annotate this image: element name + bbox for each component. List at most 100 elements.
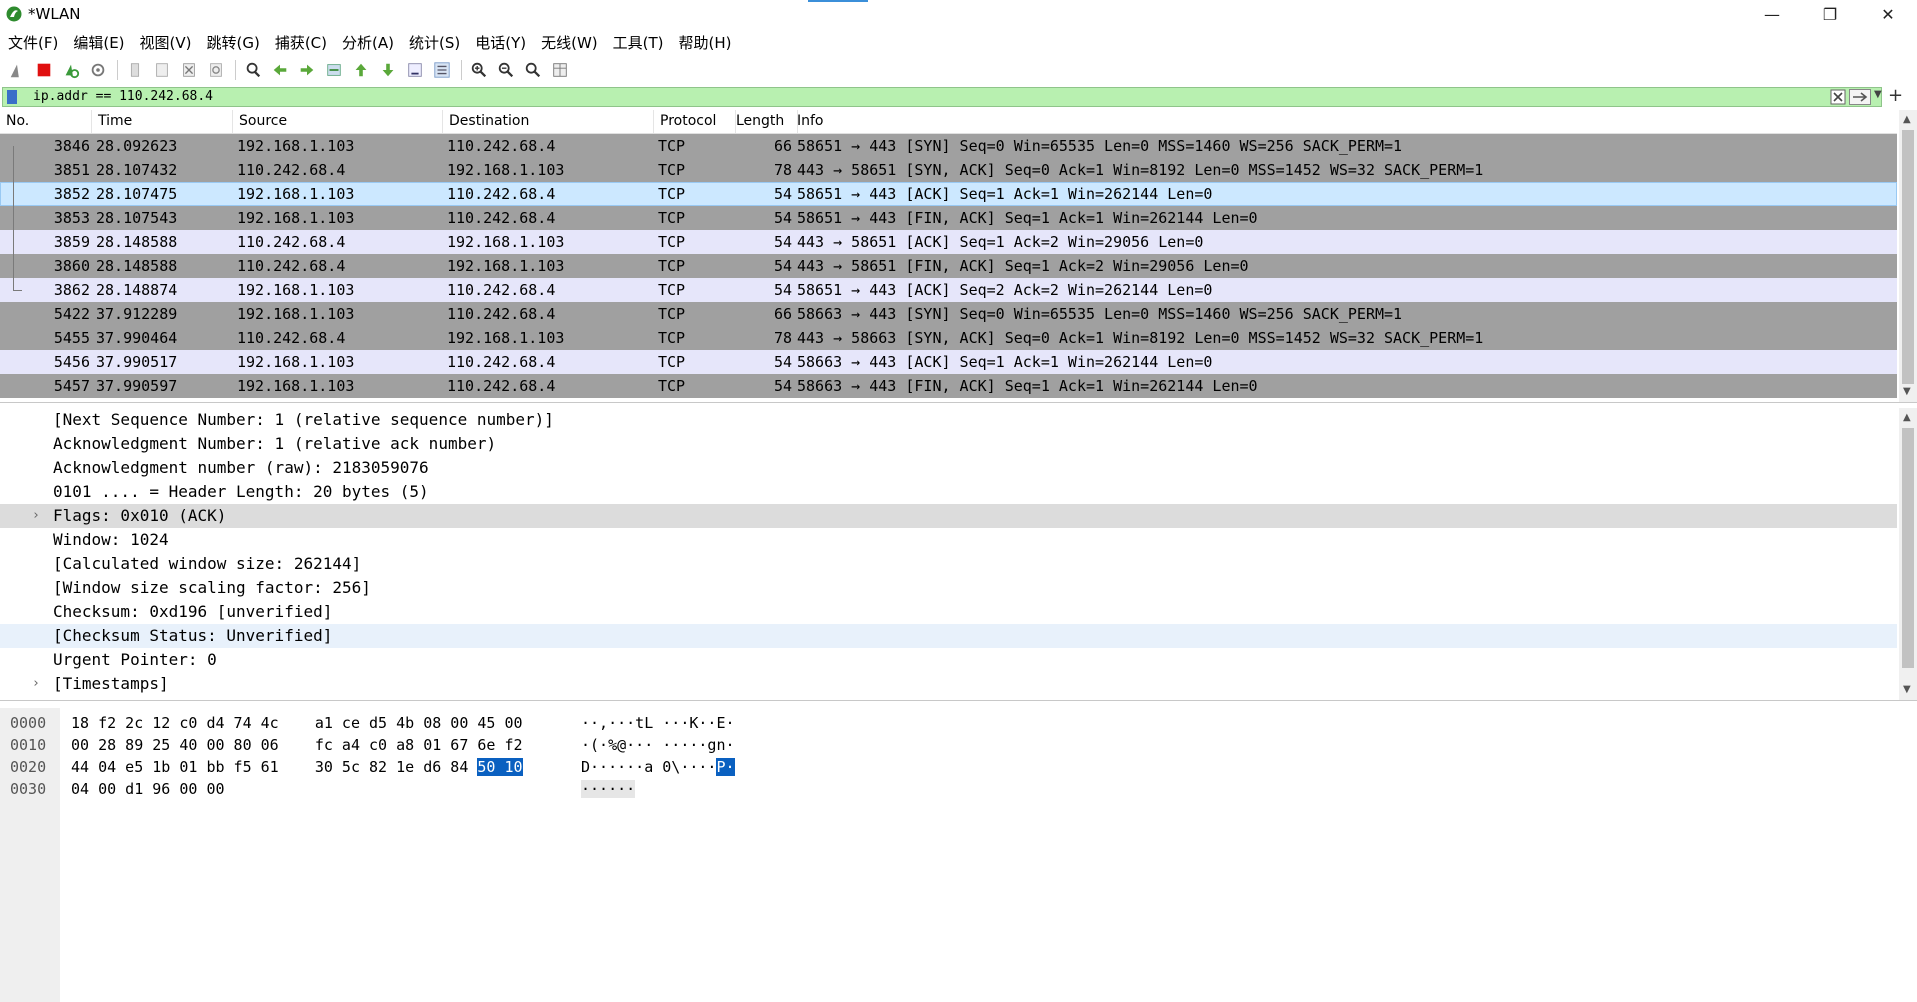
col-header-no[interactable]: No. — [0, 110, 92, 133]
resize-columns-icon — [553, 63, 567, 77]
packet-row[interactable]: 5422 37.912289 192.168.1.103 110.242.68.4 TC… — [0, 302, 1897, 326]
packet-row[interactable]: 3853 28.107543 192.168.1.103 110.242.68.4 TC… — [0, 206, 1897, 230]
detail-field[interactable]: › Flags: 0x010 (ACK) — [0, 504, 1897, 528]
expand-chevron-icon[interactable]: › — [32, 504, 40, 528]
byte-hex[interactable]: 44 04 e5 1b 01 bb f5 61 30 5c 82 1e d6 8… — [71, 756, 523, 778]
menu-item-8[interactable]: 无线(W) — [533, 30, 605, 54]
auto-scroll-button[interactable] — [404, 59, 426, 81]
menu-item-10[interactable]: 帮助(H) — [671, 30, 739, 54]
packet-list: No. Time Source Destination Protocol Len… — [0, 110, 1917, 403]
byte-hex[interactable]: 00 28 89 25 40 00 80 06 fc a4 c0 a8 01 6… — [71, 734, 523, 756]
packet-row[interactable]: 3852 28.107475 192.168.1.103 110.242.68.4 TC… — [0, 182, 1897, 206]
selected-bytes-hex[interactable]: 50 10 — [477, 758, 523, 776]
display-filter-bar[interactable]: ip.addr == 110.242.68.4 ▼ — [2, 87, 1882, 107]
minimize-button[interactable]: — — [1743, 0, 1801, 28]
colorize-button[interactable] — [431, 59, 453, 81]
byte-hex[interactable]: 18 f2 2c 12 c0 d4 74 4c a1 ce d5 4b 08 0… — [71, 712, 523, 734]
menu-item-3[interactable]: 跳转(G) — [199, 30, 267, 54]
detail-field[interactable]: Window: 1024 — [0, 528, 1897, 552]
close-button[interactable]: ✕ — [1859, 0, 1917, 28]
packet-row[interactable]: 3860 28.148588 110.242.68.4 192.168.1.103 TC… — [0, 254, 1897, 278]
go-last-button[interactable] — [377, 59, 399, 81]
scroll-thumb[interactable] — [1902, 428, 1914, 668]
find-packet-button[interactable] — [242, 59, 264, 81]
detail-field[interactable]: › [Timestamps] — [0, 672, 1897, 696]
detail-field[interactable]: Acknowledgment number (raw): 2183059076 — [0, 456, 1897, 480]
zoom-in-button[interactable] — [468, 59, 490, 81]
stop-capture-button[interactable] — [33, 59, 55, 81]
col-header-destination[interactable]: Destination — [443, 110, 654, 133]
col-header-time[interactable]: Time — [92, 110, 233, 133]
detail-field[interactable]: Acknowledgment Number: 1 (relative ack n… — [0, 432, 1897, 456]
go-to-packet-button[interactable] — [323, 59, 345, 81]
menu-item-9[interactable]: 工具(T) — [605, 30, 671, 54]
packet-list-scrollbar[interactable]: ▲ ▼ — [1899, 110, 1917, 402]
packet-row[interactable]: 5455 37.990464 110.242.68.4 192.168.1.103 TC… — [0, 326, 1897, 350]
reload-file-button[interactable] — [205, 59, 227, 81]
scroll-down-icon[interactable]: ▼ — [1903, 386, 1911, 397]
packet-length: 78 — [773, 329, 792, 347]
byte-hex-part: 30 5c 82 1e d6 84 — [314, 758, 478, 776]
display-filter-input[interactable]: ip.addr == 110.242.68.4 — [33, 89, 213, 104]
packet-row[interactable]: 5457 37.990597 192.168.1.103 110.242.68.4 TC… — [0, 374, 1897, 398]
expand-chevron-icon[interactable]: › — [32, 672, 40, 696]
detail-field[interactable]: [Next Sequence Number: 1 (relative seque… — [0, 408, 1897, 432]
detail-field[interactable]: Urgent Pointer: 0 — [0, 648, 1897, 672]
byte-ascii[interactable]: ·(·%@··· ·····gn· — [581, 734, 735, 756]
open-file-button[interactable] — [124, 59, 146, 81]
packet-source: 192.168.1.103 — [237, 353, 355, 371]
menu-item-2[interactable]: 视图(V) — [132, 30, 199, 54]
filter-history-dropdown-icon[interactable]: ▼ — [1874, 89, 1882, 100]
detail-field[interactable]: [Calculated window size: 262144] — [0, 552, 1897, 576]
byte-ascii-part: ··,···tL ···K··E· — [581, 714, 735, 732]
close-file-button[interactable] — [178, 59, 200, 81]
zoom-out-button[interactable] — [495, 59, 517, 81]
byte-hex[interactable]: 04 00 d1 96 00 00 — [71, 778, 225, 800]
maximize-button[interactable]: ❐ — [1801, 0, 1859, 28]
col-header-length[interactable]: Length — [730, 110, 798, 133]
scroll-up-icon[interactable]: ▲ — [1903, 114, 1911, 125]
details-scrollbar[interactable]: ▲ ▼ — [1899, 408, 1917, 700]
packet-row[interactable]: 5456 37.990517 192.168.1.103 110.242.68.4 TC… — [0, 350, 1897, 374]
save-file-button[interactable] — [151, 59, 173, 81]
go-back-button[interactable] — [269, 59, 291, 81]
detail-field[interactable]: [Window size scaling factor: 256] — [0, 576, 1897, 600]
menu-item-4[interactable]: 捕获(C) — [267, 30, 334, 54]
shark-fin-start-button[interactable] — [6, 59, 28, 81]
col-header-source[interactable]: Source — [233, 110, 443, 133]
restart-capture-button[interactable] — [60, 59, 82, 81]
menu-item-5[interactable]: 分析(A) — [334, 30, 401, 54]
window-title: *WLAN — [28, 5, 81, 23]
resize-columns-button[interactable] — [549, 59, 571, 81]
capture-options-button[interactable] — [87, 59, 109, 81]
packet-row[interactable]: 3851 28.107432 110.242.68.4 192.168.1.103 TC… — [0, 158, 1897, 182]
menu-item-6[interactable]: 统计(S) — [401, 30, 467, 54]
clear-filter-icon[interactable] — [1830, 89, 1846, 105]
scroll-down-icon[interactable]: ▼ — [1903, 684, 1911, 695]
selected-bytes-ascii[interactable]: P· — [716, 758, 735, 776]
go-first-button[interactable] — [350, 59, 372, 81]
apply-filter-icon[interactable] — [1849, 89, 1871, 105]
detail-field[interactable]: [Checksum Status: Unverified] — [0, 624, 1897, 648]
col-header-info[interactable]: Info — [791, 110, 1891, 133]
go-forward-button[interactable] — [296, 59, 318, 81]
menu-item-0[interactable]: 文件(F) — [0, 30, 65, 54]
detail-field[interactable]: Checksum: 0xd196 [unverified] — [0, 600, 1897, 624]
scroll-up-icon[interactable]: ▲ — [1903, 412, 1911, 423]
packet-row[interactable]: 3859 28.148588 110.242.68.4 192.168.1.103 TC… — [0, 230, 1897, 254]
add-filter-button[interactable]: + — [1888, 85, 1903, 106]
packet-row[interactable]: 3862 28.148874 192.168.1.103 110.242.68.4 TC… — [0, 278, 1897, 302]
byte-ascii[interactable]: D······a 0\····P· — [581, 756, 735, 778]
detail-field[interactable]: 0101 .... = Header Length: 20 bytes (5) — [0, 480, 1897, 504]
main-toolbar — [0, 56, 1917, 84]
zoom-normal-button[interactable] — [522, 59, 544, 81]
byte-ascii[interactable]: ··,···tL ···K··E· — [581, 712, 735, 734]
conversation-tree-line — [13, 254, 14, 278]
byte-ascii[interactable]: ······ — [581, 778, 636, 800]
menu-item-7[interactable]: 电话(Y) — [467, 30, 533, 54]
packet-row[interactable]: 3846 28.092623 192.168.1.103 110.242.68.4 TC… — [0, 134, 1897, 158]
col-header-protocol[interactable]: Protocol — [654, 110, 736, 133]
menu-item-1[interactable]: 编辑(E) — [65, 30, 131, 54]
scroll-thumb[interactable] — [1902, 130, 1914, 384]
filter-bookmark-icon[interactable] — [7, 90, 17, 104]
